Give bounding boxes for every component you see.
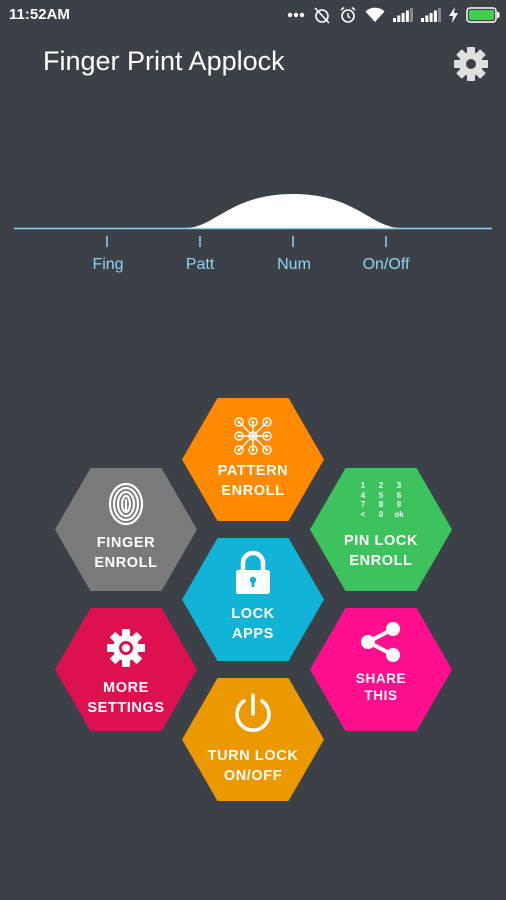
pin-lock-enroll-button[interactable]: 123 456 789 <0 ok PIN LOCK ENROLL <box>310 468 452 591</box>
signal-icon <box>393 8 413 22</box>
pattern-enroll-button[interactable]: PATTERN ENROLL <box>182 398 324 521</box>
power-icon <box>235 693 271 732</box>
page-title: Finger Print Applock <box>43 46 285 76</box>
tile-label: PATTERN ENROLL <box>217 463 289 499</box>
tile-label: SHARE THIS <box>355 671 407 703</box>
battery-icon <box>466 7 500 23</box>
more-settings-button[interactable]: MORE SETTINGS <box>55 608 197 731</box>
slider-option-patt[interactable]: Patt <box>186 256 214 274</box>
gear-icon <box>454 47 488 81</box>
tile-label: PIN LOCK ENROLL <box>343 533 419 569</box>
fingerprint-icon <box>108 482 144 526</box>
finger-enroll-button[interactable]: FINGER ENROLL <box>55 468 197 591</box>
mode-slider[interactable]: Fing Patt Num On/Off <box>0 180 506 290</box>
wifi-icon <box>365 7 385 22</box>
tile-label: LOCK APPS <box>231 606 275 642</box>
slider-option-num[interactable]: Num <box>277 256 311 274</box>
slider-indicator-bump <box>185 194 401 228</box>
pattern-grid-icon <box>234 417 272 455</box>
slider-option-onoff[interactable]: On/Off <box>363 256 410 274</box>
padlock-icon <box>236 550 270 594</box>
charging-bolt-icon <box>449 7 458 23</box>
share-this-button[interactable]: SHARE THIS <box>310 608 452 731</box>
turn-lock-onoff-button[interactable]: TURN LOCK ON/OFF <box>182 678 324 801</box>
status-icons <box>287 5 500 25</box>
slider-track <box>14 194 492 247</box>
alarm-icon <box>340 6 356 23</box>
share-icon <box>361 622 400 662</box>
status-time: 11:52AM <box>9 6 70 23</box>
status-bar: 11:52AM <box>0 0 506 30</box>
signal-icon <box>421 8 441 22</box>
gear-icon <box>107 629 145 667</box>
tile-label: FINGER ENROLL <box>94 535 158 571</box>
tile-label: MORE SETTINGS <box>87 680 165 716</box>
keypad-icon: 123 456 789 <0 ok <box>360 481 404 519</box>
lock-apps-button[interactable]: LOCK APPS <box>182 538 324 661</box>
settings-button[interactable] <box>452 45 490 83</box>
tile-label: TURN LOCK ON/OFF <box>207 748 299 784</box>
alarm-off-icon <box>314 7 330 24</box>
slider-option-fing[interactable]: Fing <box>92 256 123 274</box>
more-dots-icon <box>287 12 305 18</box>
